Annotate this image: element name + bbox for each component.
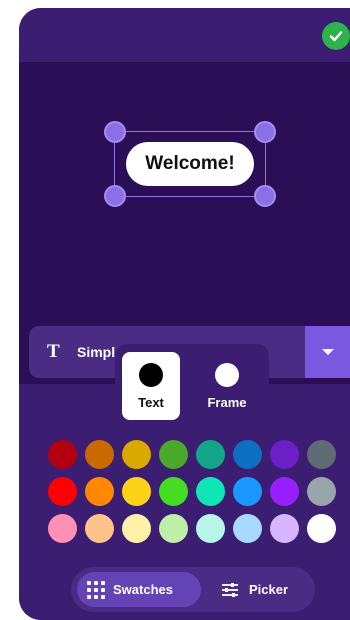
chevron-down-icon xyxy=(321,349,334,355)
swatches-label: Swatches xyxy=(113,582,173,597)
resize-handle-bottom-right[interactable] xyxy=(254,185,276,207)
color-swatch[interactable] xyxy=(307,440,336,469)
tab-frame[interactable]: Frame xyxy=(198,352,256,420)
text-element[interactable]: Welcome! xyxy=(126,142,254,186)
tab-frame-label: Frame xyxy=(207,395,247,410)
color-swatch[interactable] xyxy=(48,477,77,506)
checkmark-icon xyxy=(329,31,343,42)
color-swatch[interactable] xyxy=(196,440,225,469)
picker-button[interactable]: Picker xyxy=(211,572,309,607)
done-button[interactable] xyxy=(322,22,350,50)
color-swatch[interactable] xyxy=(85,514,114,543)
color-swatch[interactable] xyxy=(196,514,225,543)
resize-handle-top-right[interactable] xyxy=(254,121,276,143)
tab-text-label: Text xyxy=(138,395,164,410)
color-swatch[interactable] xyxy=(159,440,188,469)
design-canvas[interactable]: Welcome! T Simple xyxy=(19,62,350,384)
picker-label: Picker xyxy=(249,582,289,597)
color-swatch[interactable] xyxy=(307,514,336,543)
text-t-icon: T xyxy=(47,341,60,362)
color-swatch[interactable] xyxy=(85,477,114,506)
color-swatch[interactable] xyxy=(85,440,114,469)
color-swatch[interactable] xyxy=(233,440,262,469)
color-swatch[interactable] xyxy=(159,514,188,543)
color-swatch[interactable] xyxy=(48,514,77,543)
sliders-icon xyxy=(222,582,238,597)
color-swatches-grid xyxy=(48,440,342,543)
tab-text[interactable]: Text xyxy=(122,352,180,420)
font-dropdown-button[interactable] xyxy=(305,326,350,378)
frame-color-dot xyxy=(215,363,239,387)
color-swatch[interactable] xyxy=(270,477,299,506)
color-swatch[interactable] xyxy=(122,514,151,543)
color-swatch[interactable] xyxy=(196,477,225,506)
editor-screen: Welcome! T Simple Text Frame Swatches Pi… xyxy=(19,8,350,620)
color-swatch[interactable] xyxy=(270,440,299,469)
top-bar xyxy=(19,8,350,62)
color-swatch[interactable] xyxy=(159,477,188,506)
color-swatch[interactable] xyxy=(270,514,299,543)
color-swatch[interactable] xyxy=(48,440,77,469)
swatches-button[interactable]: Swatches xyxy=(77,572,201,607)
resize-handle-bottom-left[interactable] xyxy=(104,185,126,207)
color-swatch[interactable] xyxy=(233,514,262,543)
color-swatch[interactable] xyxy=(307,477,336,506)
text-color-dot xyxy=(139,363,163,387)
grid-icon xyxy=(87,580,105,599)
resize-handle-top-left[interactable] xyxy=(104,121,126,143)
color-mode-toggle: Swatches Picker xyxy=(71,567,315,612)
color-swatch[interactable] xyxy=(122,440,151,469)
color-swatch[interactable] xyxy=(233,477,262,506)
color-swatch[interactable] xyxy=(122,477,151,506)
